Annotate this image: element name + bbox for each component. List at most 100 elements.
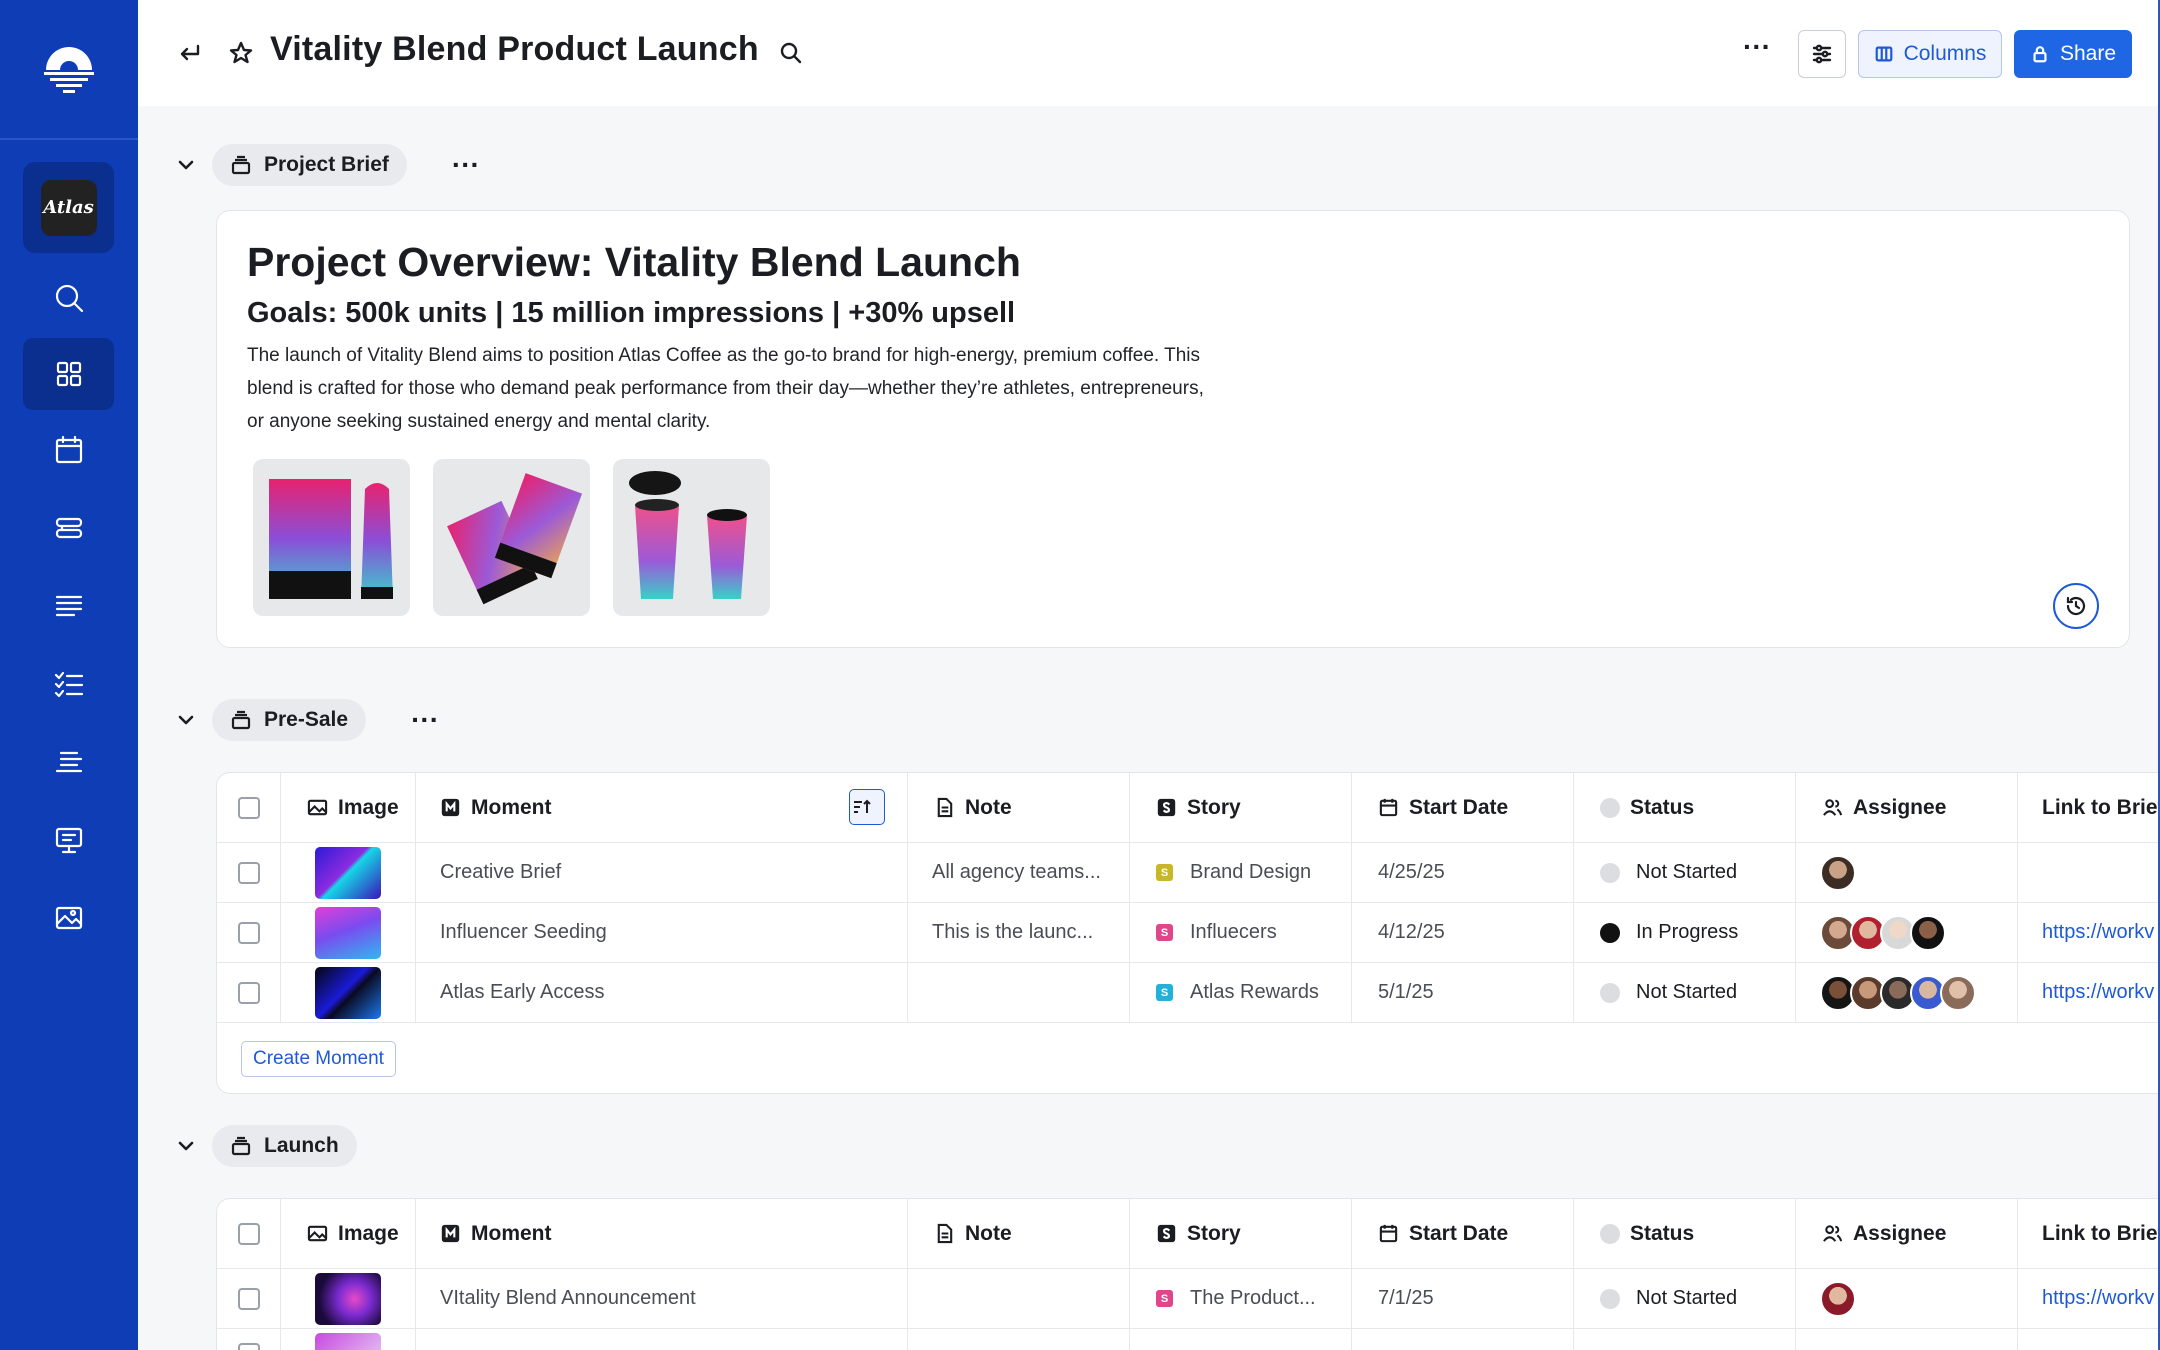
app-logo-icon[interactable] [40, 40, 98, 98]
note-cell[interactable] [908, 963, 1130, 1022]
link-cell[interactable]: https://workv [2018, 963, 2160, 1022]
more-options-icon[interactable]: ··· [1742, 33, 1772, 66]
table-row[interactable]: Influencer Seeding This is the launc... … [217, 903, 2160, 963]
row-checkbox[interactable] [237, 861, 260, 884]
create-moment-button[interactable]: Create Moment [241, 1041, 396, 1077]
columns-button[interactable]: Columns [1858, 30, 2002, 78]
column-header-start-date[interactable]: Start Date [1352, 1199, 1574, 1268]
sidebar-item-checklist[interactable] [23, 648, 114, 720]
note-cell[interactable] [908, 1269, 1130, 1328]
section-pill-pre-sale[interactable]: Pre-Sale [212, 699, 367, 741]
column-header-story[interactable]: Story [1130, 1199, 1352, 1268]
assignee-cell[interactable] [1796, 963, 2018, 1022]
moment-cell[interactable]: Atlas Early Access [416, 963, 908, 1022]
section-more-icon[interactable]: ··· [410, 706, 440, 734]
sort-button[interactable] [849, 789, 885, 825]
status-cell[interactable]: Not Started [1574, 963, 1796, 1022]
table-row[interactable] [217, 1329, 2160, 1350]
column-header-start-date[interactable]: Start Date [1352, 773, 1574, 842]
avatar[interactable] [1910, 914, 1946, 951]
sidebar-item-text[interactable] [23, 726, 114, 798]
row-checkbox[interactable] [237, 921, 260, 944]
row-checkbox[interactable] [237, 981, 260, 1004]
column-header-image[interactable]: Image [281, 773, 416, 842]
row-thumbnail[interactable] [315, 1272, 381, 1325]
story-cell[interactable]: S Brand Design [1130, 843, 1352, 902]
start-date-cell[interactable]: 4/12/25 [1352, 903, 1574, 962]
status-dot [1600, 862, 1620, 883]
select-all-checkbox[interactable] [237, 796, 260, 819]
product-image-bags-tilted[interactable] [433, 459, 590, 616]
select-all-checkbox[interactable] [237, 1222, 260, 1245]
section-pill-launch[interactable]: Launch [212, 1125, 357, 1167]
assignee-cell[interactable] [1796, 903, 2018, 962]
assignee-cell[interactable] [1796, 1269, 2018, 1328]
column-header-moment[interactable]: Moment [416, 773, 908, 842]
avatar[interactable] [1820, 1280, 1856, 1317]
column-header-note[interactable]: Note [908, 773, 1130, 842]
sidebar-item-media[interactable] [23, 882, 114, 954]
share-button[interactable]: Share [2014, 30, 2132, 78]
story-cell[interactable]: S Atlas Rewards [1130, 963, 1352, 1022]
sidebar-item-list[interactable] [23, 570, 114, 642]
story-cell[interactable]: S The Product... [1130, 1269, 1352, 1328]
search-icon[interactable] [778, 40, 804, 66]
column-header-link[interactable]: Link to Brief [2018, 1199, 2160, 1268]
sidebar-item-stack[interactable] [23, 492, 114, 564]
column-header-assignee[interactable]: Assignee [1796, 1199, 2018, 1268]
table-row[interactable]: Atlas Early Access S Atlas Rewards 5/1/25… [217, 963, 2160, 1023]
status-cell[interactable]: Not Started [1574, 1269, 1796, 1328]
note-cell[interactable]: This is the launc... [908, 903, 1130, 962]
column-header-story[interactable]: Story [1130, 773, 1352, 842]
section-more-icon[interactable]: ··· [451, 151, 481, 179]
table-row[interactable]: Creative Brief All agency teams... S Bran… [217, 843, 2160, 903]
moment-cell[interactable]: VItality Blend Announcement [416, 1269, 908, 1328]
filter-button[interactable] [1798, 30, 1846, 78]
sidebar-item-presentation[interactable] [23, 804, 114, 876]
row-thumbnail[interactable] [315, 846, 381, 899]
start-date-cell[interactable]: 4/25/25 [1352, 843, 1574, 902]
column-header-note[interactable]: Note [908, 1199, 1130, 1268]
row-checkbox[interactable] [237, 1287, 260, 1310]
moment-cell[interactable]: Creative Brief [416, 843, 908, 902]
sidebar-item-search[interactable] [23, 262, 114, 334]
collapse-chevron-icon[interactable] [170, 149, 202, 181]
row-thumbnail[interactable] [315, 1333, 381, 1350]
column-label: Link to Brief [2042, 795, 2160, 819]
collapse-chevron-icon[interactable] [170, 704, 202, 736]
avatar[interactable] [1820, 854, 1856, 891]
column-header-status[interactable]: Status [1574, 1199, 1796, 1268]
moment-icon [441, 1224, 460, 1243]
column-header-status[interactable]: Status [1574, 773, 1796, 842]
assignee-cell[interactable] [1796, 843, 2018, 902]
link-cell[interactable]: https://workv [2018, 903, 2160, 962]
row-thumbnail[interactable] [315, 906, 381, 959]
link-cell[interactable]: https://workv [2018, 1269, 2160, 1328]
column-header-link[interactable]: Link to Brief [2018, 773, 2160, 842]
sidebar-item-grid[interactable] [23, 338, 114, 410]
column-header-assignee[interactable]: Assignee [1796, 773, 2018, 842]
moment-cell[interactable]: Influencer Seeding [416, 903, 908, 962]
back-arrow-icon[interactable] [174, 38, 204, 68]
status-cell[interactable]: Not Started [1574, 843, 1796, 902]
link-cell[interactable] [2018, 843, 2160, 902]
version-history-button[interactable] [2053, 583, 2099, 629]
star-icon[interactable] [226, 38, 256, 68]
collapse-chevron-icon[interactable] [170, 1130, 202, 1162]
column-header-image[interactable]: Image [281, 1199, 416, 1268]
table-row[interactable]: VItality Blend Announcement S The Product… [217, 1269, 2160, 1329]
start-date-cell[interactable]: 7/1/25 [1352, 1269, 1574, 1328]
product-image-bag[interactable] [253, 459, 410, 616]
row-thumbnail[interactable] [315, 966, 381, 1019]
avatar[interactable] [1940, 974, 1976, 1011]
note-cell[interactable]: All agency teams... [908, 843, 1130, 902]
status-cell[interactable]: In Progress [1574, 903, 1796, 962]
product-image-cups[interactable] [613, 459, 770, 616]
workspace-switcher[interactable]: Atlas [23, 162, 114, 253]
column-header-moment[interactable]: Moment [416, 1199, 908, 1268]
story-cell[interactable]: S Influecers [1130, 903, 1352, 962]
start-date-cell[interactable]: 5/1/25 [1352, 963, 1574, 1022]
row-checkbox[interactable] [237, 1343, 260, 1350]
section-pill-project-brief[interactable]: Project Brief [212, 144, 407, 186]
sidebar-item-calendar[interactable] [23, 414, 114, 486]
